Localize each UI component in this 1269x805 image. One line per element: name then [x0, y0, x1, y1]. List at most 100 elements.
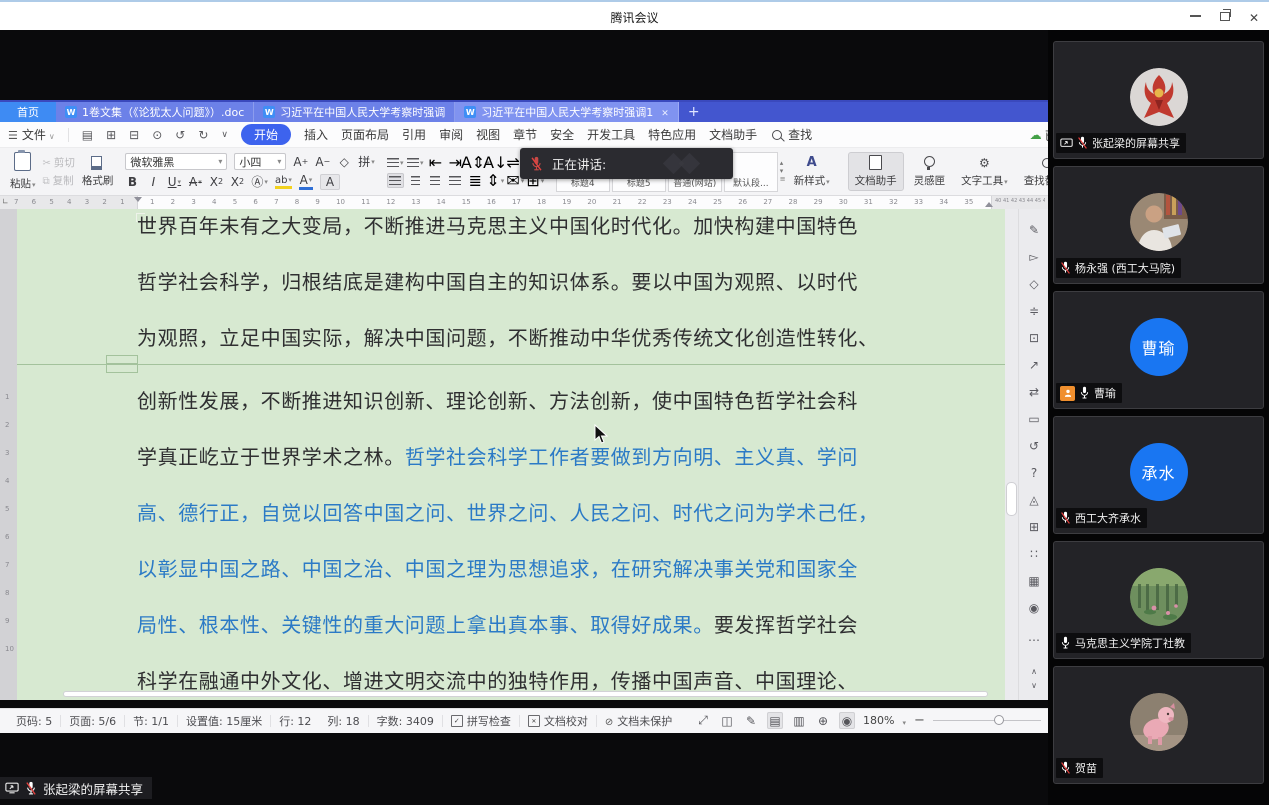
doc-line[interactable]: 世界百年未有之大变局，不断推进马克思主义中国化时代化。加快构建中国特色 — [137, 214, 897, 238]
more-tools-icon[interactable]: ⋯ — [1019, 633, 1048, 647]
character-shading-button[interactable]: A — [320, 174, 340, 190]
table-icon[interactable]: ⊞ — [1019, 520, 1048, 534]
align-left-icon[interactable] — [387, 173, 404, 188]
underline-button[interactable]: U — [167, 175, 181, 189]
font-color-button[interactable]: A — [299, 173, 313, 190]
minimize-icon[interactable] — [1190, 15, 1201, 17]
tab-document-2[interactable]: W 习近平在中国人民大学考察时强调 — [254, 102, 455, 122]
page-down-icon[interactable]: ∨ — [1019, 681, 1048, 690]
select-pointer-icon[interactable]: ▻ — [1019, 250, 1048, 264]
print-preview-icon[interactable]: ⊙ — [152, 128, 162, 142]
spell-check-toggle[interactable]: 拼写检查 — [443, 713, 519, 729]
align-right-icon[interactable] — [427, 173, 444, 188]
tab-document-3-active[interactable]: W 习近平在中国人民大学考察时强调1 — [455, 102, 679, 122]
undo-icon[interactable]: ↺ — [175, 128, 185, 142]
chart-icon[interactable]: ▦ — [1019, 574, 1048, 588]
card-view-icon[interactable]: ▭ — [1019, 412, 1048, 426]
restore-icon[interactable] — [1220, 12, 1230, 21]
export-icon[interactable]: ↗ — [1019, 358, 1048, 372]
text-tools-button[interactable]: 文字工具 — [955, 154, 1014, 190]
history-icon[interactable]: ↺ — [1019, 439, 1048, 453]
copy-button[interactable]: 复制 — [43, 173, 75, 188]
numbered-list-icon[interactable] — [407, 155, 424, 170]
page-view-icon[interactable]: ▤ — [767, 712, 783, 729]
zoom-level[interactable]: 180% — [863, 714, 894, 727]
justify-icon[interactable] — [447, 173, 464, 188]
participant-tile[interactable]: 马克思主义学院丁社教 — [1053, 541, 1264, 659]
horizontal-scrollbar-thumb[interactable] — [63, 691, 988, 697]
document-page[interactable]: 世界百年未有之大变局，不断推进马克思主义中国化时代化。加快构建中国特色 哲学社会… — [17, 209, 1005, 700]
subscript-button[interactable]: X2 — [230, 175, 244, 189]
apps-icon[interactable]: ∷ — [1019, 547, 1048, 561]
menu-item-review[interactable]: 审阅 — [439, 126, 463, 143]
participant-tile[interactable]: 贺苗 — [1053, 666, 1264, 784]
doc-line[interactable]: 以彰显中国之路、中国之治、中国之理为思想追求，在研究解决事关党和国家全 — [137, 557, 897, 581]
zoom-slider[interactable] — [933, 720, 1041, 721]
menu-item-special-features[interactable]: 特色应用 — [648, 126, 696, 143]
seal-icon[interactable]: ◬ — [1019, 493, 1048, 507]
doc-line[interactable]: 为观照，立足中国实际，解决中国问题，不断推动中华优秀传统文化创造性转化、 — [137, 326, 897, 350]
style-gallery-up-icon[interactable]: ▴ — [780, 160, 786, 167]
font-name-select[interactable]: 微软雅黑 — [125, 153, 227, 170]
pen-mode-icon[interactable]: ✎ — [743, 712, 759, 729]
tab-close-icon[interactable] — [653, 106, 669, 119]
character-scale-icon[interactable]: A⇕ — [467, 155, 484, 170]
redo-icon[interactable]: ↻ — [198, 128, 208, 142]
doc-line[interactable]: 科学在融通中外文化、增进文明交流中的独特作用，传播中国声音、中国理论、 — [137, 669, 897, 693]
inspiration-box-button[interactable]: 灵感匣 — [908, 154, 952, 190]
font-size-select[interactable]: 小四 — [234, 153, 286, 170]
grow-font-button[interactable]: A+ — [293, 155, 308, 169]
participant-tile[interactable]: 杨永强 (西工大马院) — [1053, 166, 1264, 284]
clear-format-icon[interactable]: ◇ — [337, 155, 351, 169]
translate-icon[interactable]: ⇄ — [1019, 385, 1048, 399]
superscript-button[interactable]: X2 — [209, 175, 223, 189]
doc-assistant-button[interactable]: 文档助手 — [848, 152, 904, 191]
new-style-button[interactable]: 新样式 — [788, 153, 836, 190]
edit-pen-icon[interactable]: ✎ — [1019, 223, 1048, 237]
menu-item-view[interactable]: 视图 — [476, 126, 500, 143]
menu-item-page-layout[interactable]: 页面布局 — [341, 126, 389, 143]
bullet-list-icon[interactable] — [387, 155, 404, 170]
right-indent-marker[interactable] — [985, 202, 993, 207]
two-page-view-icon[interactable]: ◫ — [719, 712, 735, 729]
screenshot-icon[interactable]: ⊡ — [1019, 331, 1048, 345]
line-spacing-icon[interactable]: ⇕ — [487, 173, 504, 188]
download-icon[interactable]: ◉ — [1019, 601, 1048, 615]
zoom-out-button[interactable]: − — [914, 713, 925, 728]
doc-line[interactable]: 哲学社会科学，归根结底是建构中国自主的知识体系。要以中国为观照、以时代 — [137, 270, 897, 294]
menu-item-doc-assistant[interactable]: 文档助手 — [709, 126, 757, 143]
cut-button[interactable]: 剪切 — [43, 155, 75, 170]
zoom-dropdown-icon[interactable] — [902, 714, 906, 728]
print-icon[interactable]: ⊟ — [129, 128, 139, 142]
file-menu[interactable]: 文件 — [8, 126, 55, 143]
adjust-settings-icon[interactable]: ≑ — [1019, 304, 1048, 318]
fullscreen-view-icon[interactable]: ⤢ — [695, 712, 711, 729]
menu-item-section[interactable]: 章节 — [513, 126, 537, 143]
menu-item-references[interactable]: 引用 — [402, 126, 426, 143]
doc-line[interactable]: 创新性发展，不断推进知识创新、理论创新、方法创新，使中国特色哲学社会科 — [137, 389, 897, 413]
shapes-icon[interactable]: ◇ — [1019, 277, 1048, 291]
zoom-slider-thumb[interactable] — [994, 715, 1004, 725]
paste-button[interactable]: 粘贴 — [10, 152, 36, 191]
participant-tile[interactable]: 曹瑜 曹瑜 — [1053, 291, 1264, 409]
outline-view-icon[interactable]: ▥ — [791, 712, 807, 729]
new-tab-button[interactable] — [679, 102, 709, 122]
tab-home[interactable]: 首页 — [0, 102, 56, 122]
style-gallery-down-icon[interactable]: ▾ — [780, 168, 786, 175]
close-icon[interactable] — [1249, 7, 1259, 26]
help-icon[interactable]: ? — [1019, 466, 1048, 480]
web-view-icon[interactable]: ⊕ — [815, 712, 831, 729]
tab-stop-selector[interactable]: ∟ — [2, 197, 9, 206]
doc-line[interactable]: 高、德行正，自觉以回答中国之问、世界之问、人民之问、时代之问为学术己任， — [137, 501, 897, 525]
first-line-indent-marker[interactable] — [134, 197, 142, 202]
status-word-count[interactable]: 字数: 3409 — [369, 713, 442, 729]
doc-line[interactable]: 学真正屹立于世界学术之林。哲学社会科学工作者要做到方向明、主义真、学问 — [137, 445, 897, 469]
page-up-icon[interactable]: ∧ — [1019, 667, 1048, 676]
horizontal-ruler[interactable]: ∟ 7 6 5 4 3 2 1 1 2 3 4 5 6 7 8 9 10 11 … — [0, 196, 1048, 209]
protection-status[interactable]: 文档未保护 — [597, 713, 680, 729]
pinyin-guide-button[interactable]: 拼 — [358, 153, 375, 170]
vertical-scrollbar[interactable] — [1005, 209, 1018, 700]
menu-item-insert[interactable]: 插入 — [304, 126, 328, 143]
italic-button[interactable]: I — [146, 175, 160, 189]
shrink-font-button[interactable]: A− — [315, 155, 330, 169]
